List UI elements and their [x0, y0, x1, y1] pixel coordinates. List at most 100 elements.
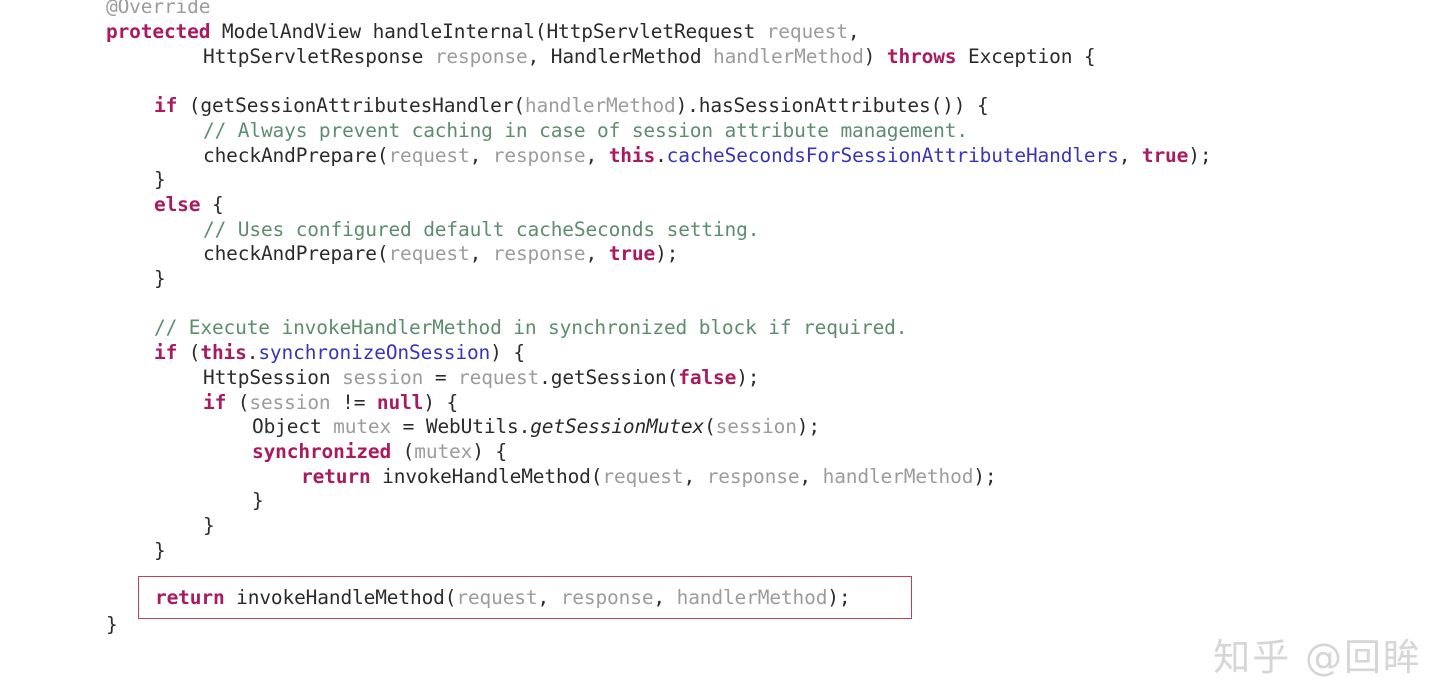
param-mutex: mutex — [414, 439, 473, 463]
keyword-false: false — [678, 365, 737, 389]
type-exception: Exception — [968, 44, 1073, 68]
open-paren: ( — [226, 390, 250, 414]
code-line-10: // Uses configured default cacheSeconds … — [203, 218, 759, 243]
paren-open: ( — [376, 143, 389, 167]
brace-close: } — [252, 489, 264, 513]
param-session: session — [330, 365, 424, 389]
static-method-getsessionmutex: getSessionMutex — [530, 415, 705, 439]
param-response: response — [706, 464, 800, 488]
code-line-19: synchronized (mutex) { — [252, 440, 507, 465]
comma-2: , — [585, 242, 609, 266]
brace-close: } — [154, 267, 166, 290]
param-handlermethod: handlerMethod — [524, 94, 676, 118]
space-2 — [701, 45, 713, 68]
line-tail: ); — [827, 585, 851, 609]
code-line-16: HttpSession session = request.getSession… — [203, 365, 760, 391]
brace-close: } — [154, 538, 166, 562]
code-line-11: checkAndPrepare(request, response, true)… — [203, 242, 678, 267]
comma: , — [847, 20, 860, 43]
param-response: response — [560, 585, 654, 609]
space-4 — [956, 45, 968, 68]
dot-separator: . — [539, 365, 551, 389]
comma: , — [527, 44, 551, 68]
code-line-14: // Execute invokeHandlerMethod in synchr… — [154, 316, 908, 341]
param-mutex: mutex — [321, 415, 392, 439]
line-tail: ); — [973, 464, 997, 488]
comma-2: , — [799, 464, 823, 488]
line-tail: ) { — [472, 439, 508, 463]
not-equals-operator: != — [330, 390, 377, 414]
method-checkandprepare: checkAndPrepare — [203, 242, 377, 266]
method-invokehandlemethod: invokeHandleMethod — [236, 585, 445, 609]
paren-open: ( — [376, 242, 389, 266]
space-3 — [875, 45, 887, 68]
comma-2: , — [653, 585, 677, 609]
param-request: request — [766, 20, 848, 43]
dot-separator: . — [246, 341, 259, 365]
code-line-1: @Override — [106, 0, 210, 20]
line-tail: ()) { — [930, 94, 989, 118]
paren-open: ( — [666, 365, 679, 389]
keyword-protected: protected — [106, 20, 211, 43]
equals-operator: = — [391, 415, 426, 439]
param-request: request — [458, 365, 540, 389]
line-tail: ); — [1188, 143, 1212, 167]
type-handlermethod: HandlerMethod — [550, 44, 702, 68]
keyword-else: else — [154, 192, 201, 216]
method-checkandprepare: checkAndPrepare — [203, 143, 377, 167]
space-1 — [371, 465, 383, 488]
field-cacheseconds-for-session-attribute-handlers: cacheSecondsForSessionAttributeHandlers — [666, 143, 1119, 167]
param-request: request — [388, 242, 470, 266]
method-getsessionattributeshandler: getSessionAttributesHandler — [200, 94, 514, 118]
space-2 — [361, 20, 373, 43]
comma-1: , — [683, 464, 707, 488]
comma-1: , — [469, 143, 493, 167]
method-handleinternal: handleInternal — [372, 20, 535, 43]
comment-uses-configured-default: // Uses configured default cacheSeconds … — [203, 217, 760, 241]
keyword-return: return — [155, 585, 225, 609]
zhihu-watermark: 知乎 @回眸 — [1213, 636, 1422, 679]
code-line-12: } — [154, 267, 166, 292]
line-tail: ); — [736, 365, 760, 389]
keyword-synchronized: synchronized — [252, 439, 392, 463]
param-response: response — [434, 44, 528, 68]
field-synchronizeonsession: synchronizeOnSession — [258, 341, 491, 365]
type-httpsession: HttpSession — [203, 365, 331, 389]
comma-2: , — [585, 143, 609, 167]
dot-separator: . — [518, 415, 531, 439]
brace-close: } — [154, 168, 166, 192]
paren-open: ( — [444, 585, 457, 609]
comment-always-prevent-caching: // Always prevent caching in case of ses… — [203, 118, 968, 142]
code-line-21: } — [252, 489, 264, 514]
space-1 — [423, 45, 435, 68]
dot-separator: . — [655, 143, 667, 167]
method-hassessionattributes: hasSessionAttributes — [698, 94, 931, 118]
line-tail: ); — [655, 242, 679, 266]
paren-open: ( — [590, 464, 603, 488]
space-3 — [755, 20, 767, 43]
brace-close: } — [203, 514, 215, 537]
brace-open: { — [200, 192, 224, 216]
line-tail: ) { — [423, 390, 459, 414]
brace-close: } — [106, 613, 118, 636]
keyword-if: if — [154, 94, 178, 118]
code-line-17: if (session != null) { — [203, 391, 458, 416]
keyword-if: if — [203, 390, 227, 414]
code-line-5: if (getSessionAttributesHandler(handlerM… — [154, 94, 989, 119]
open-paren: ( — [391, 439, 415, 463]
space-1 — [225, 586, 237, 609]
line-tail: ) { — [490, 341, 525, 365]
comma-1: , — [537, 585, 561, 609]
keyword-null: null — [376, 390, 424, 414]
brace-open: { — [1083, 44, 1096, 68]
code-line-3: HttpServletResponse response, HandlerMet… — [203, 45, 1096, 70]
type-httpservletresponse: HttpServletResponse — [203, 44, 424, 68]
code-line-7: checkAndPrepare(request, response, this.… — [203, 143, 1212, 169]
code-line-22: } — [203, 514, 215, 539]
open-paren: ( — [177, 94, 201, 118]
code-line-6: // Always prevent caching in case of ses… — [203, 119, 968, 144]
code-editor-canvas: @Override protected ModelAndView handleI… — [0, 0, 1440, 699]
keyword-this: this — [200, 341, 247, 365]
keyword-this: this — [608, 143, 656, 167]
method-invokehandlemethod: invokeHandleMethod — [382, 464, 591, 488]
